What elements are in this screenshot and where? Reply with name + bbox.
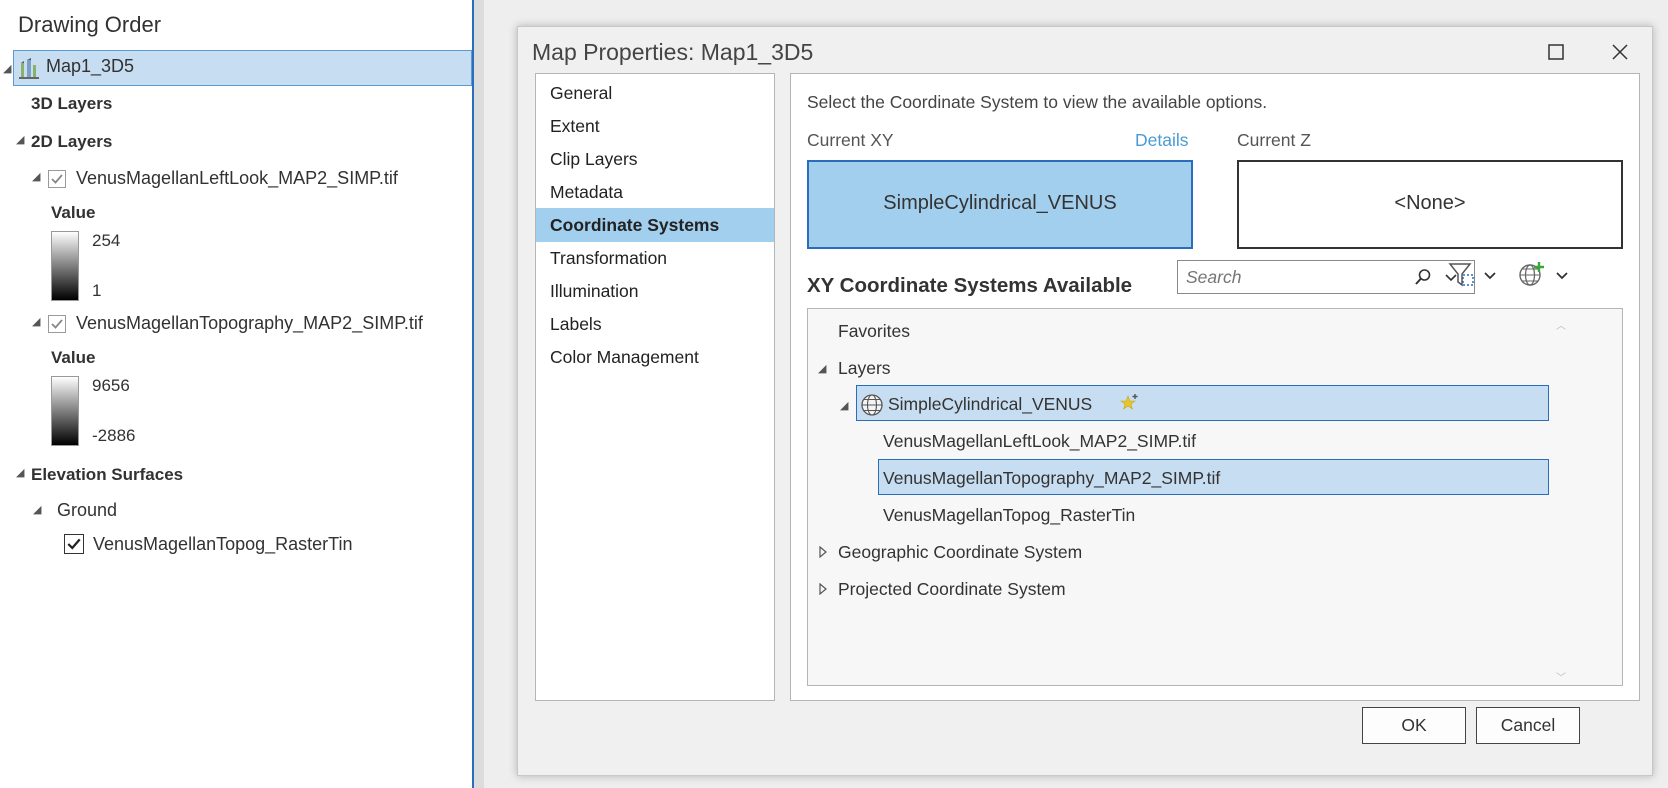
check-icon xyxy=(51,174,63,184)
layer2-color-ramp xyxy=(51,376,79,446)
nav-general[interactable]: General xyxy=(536,76,774,110)
add-coordinate-system-icon[interactable] xyxy=(1517,260,1547,290)
layer1-name: VenusMagellanLeftLook_MAP2_SIMP.tif xyxy=(76,168,398,188)
current-z-box[interactable]: <None> xyxy=(1237,160,1623,249)
group-2d-layers[interactable]: 2D Layers xyxy=(31,132,112,152)
scroll-up-arrow[interactable]: ︿ xyxy=(1556,317,1566,332)
layer2-name: VenusMagellanTopography_MAP2_SIMP.tif xyxy=(76,313,423,333)
scroll-down-arrow[interactable]: ﹀ xyxy=(1556,669,1566,684)
group-3d-layers[interactable]: 3D Layers xyxy=(31,94,112,114)
coordinate-system-tree: Favorites ◢ Layers ◢ SimpleCylindrical_V… xyxy=(807,308,1623,686)
search-input[interactable] xyxy=(1186,265,1406,289)
check-icon xyxy=(67,538,81,550)
tree-layer-item-rastertin[interactable]: VenusMagellanTopog_RasterTin xyxy=(883,505,1135,526)
tree-layers[interactable]: Layers xyxy=(838,358,891,379)
add-chevron-down-icon[interactable] xyxy=(1555,270,1569,282)
properties-nav: General Extent Clip Layers Metadata Coor… xyxy=(535,73,775,701)
tree-projected-cs[interactable]: Projected Coordinate System xyxy=(838,579,1066,600)
close-button[interactable] xyxy=(1602,37,1638,67)
tree-layer-item-leftlook[interactable]: VenusMagellanLeftLook_MAP2_SIMP.tif xyxy=(883,431,1196,452)
map-properties-dialog: Map Properties: Map1_3D5 General Extent … xyxy=(517,26,1653,776)
close-icon xyxy=(1612,44,1628,60)
layer1-value-label: Value xyxy=(51,203,96,222)
tree-cs-name: SimpleCylindrical_VENUS xyxy=(888,394,1093,414)
nav-labels[interactable]: Labels xyxy=(536,307,774,341)
globe-icon xyxy=(861,394,883,416)
maximize-icon xyxy=(1548,44,1564,60)
group-elevation-surfaces[interactable]: Elevation Surfaces xyxy=(31,465,183,485)
layer2-high-value: 9656 xyxy=(92,376,130,395)
drawing-order-title: Drawing Order xyxy=(18,12,162,37)
nav-coordinate-systems[interactable]: Coordinate Systems xyxy=(536,208,774,242)
layer1-color-ramp xyxy=(51,231,79,301)
geographic-expand-icon[interactable] xyxy=(818,546,828,558)
nav-metadata[interactable]: Metadata xyxy=(536,175,774,209)
filter-icon[interactable] xyxy=(1447,260,1477,290)
cancel-button[interactable]: Cancel xyxy=(1476,707,1580,744)
current-xy-box[interactable]: SimpleCylindrical_VENUS xyxy=(807,160,1193,249)
nav-illumination[interactable]: Illumination xyxy=(536,274,774,308)
layer1-high-value: 254 xyxy=(92,231,121,250)
ground-surface-name: VenusMagellanTopog_RasterTin xyxy=(93,534,353,554)
map-collapse-icon[interactable]: ◢ xyxy=(3,62,11,75)
favorite-star-icon[interactable] xyxy=(1120,393,1140,413)
filter-chevron-down-icon[interactable] xyxy=(1483,270,1497,282)
pane-gap xyxy=(474,0,484,788)
layer1-visibility-checkbox[interactable] xyxy=(48,170,66,188)
check-icon xyxy=(51,319,63,329)
map-name: Map1_3D5 xyxy=(46,56,135,76)
ok-button[interactable]: OK xyxy=(1362,707,1466,744)
nav-color-management[interactable]: Color Management xyxy=(536,340,774,374)
layer2-visibility-checkbox[interactable] xyxy=(48,315,66,333)
tree-favorites[interactable]: Favorites xyxy=(838,321,910,342)
layer1-collapse-icon[interactable]: ◢ xyxy=(32,170,40,183)
layer1-low-value: 1 xyxy=(92,281,102,300)
current-xy-label: Current XY xyxy=(807,130,894,150)
projected-expand-icon[interactable] xyxy=(818,583,828,595)
details-link[interactable]: Details xyxy=(1135,130,1189,151)
current-z-value: <None> xyxy=(1394,192,1466,214)
coordinate-systems-panel: Select the Coordinate System to view the… xyxy=(790,73,1640,701)
ground-collapse-icon[interactable]: ◢ xyxy=(33,503,41,516)
nav-clip-layers[interactable]: Clip Layers xyxy=(536,142,774,176)
ground-surface-checkbox[interactable] xyxy=(64,534,84,554)
layer2-value-label: Value xyxy=(51,348,96,367)
elevation-collapse-icon[interactable]: ◢ xyxy=(16,466,24,479)
map-3d-icon xyxy=(19,58,39,79)
layer2-low-value: -2886 xyxy=(92,426,136,445)
xy-available-title: XY Coordinate Systems Available xyxy=(807,274,1133,297)
cs-collapse-icon[interactable]: ◢ xyxy=(840,399,848,412)
instruction-text: Select the Coordinate System to view the… xyxy=(807,92,1268,112)
dialog-title: Map Properties: Map1_3D5 xyxy=(532,39,814,65)
current-z-label: Current Z xyxy=(1237,130,1311,150)
search-box[interactable] xyxy=(1177,260,1475,294)
tree-geographic-cs[interactable]: Geographic Coordinate System xyxy=(838,542,1082,563)
layers-2d-collapse-icon[interactable]: ◢ xyxy=(16,133,24,146)
maximize-button[interactable] xyxy=(1538,37,1574,67)
ground-label[interactable]: Ground xyxy=(57,500,117,521)
layer2-collapse-icon[interactable]: ◢ xyxy=(32,315,40,328)
current-xy-value: SimpleCylindrical_VENUS xyxy=(883,192,1117,214)
drawing-order-pane: Drawing Order ◢ Map1_3D5 3D Layers ◢ 2D … xyxy=(0,0,474,788)
nav-transformation[interactable]: Transformation xyxy=(536,241,774,275)
tree-layer-item-topography[interactable]: VenusMagellanTopography_MAP2_SIMP.tif xyxy=(883,468,1220,489)
layers-expand-icon[interactable]: ◢ xyxy=(818,362,826,375)
search-icon[interactable] xyxy=(1414,268,1432,286)
nav-extent[interactable]: Extent xyxy=(536,109,774,143)
